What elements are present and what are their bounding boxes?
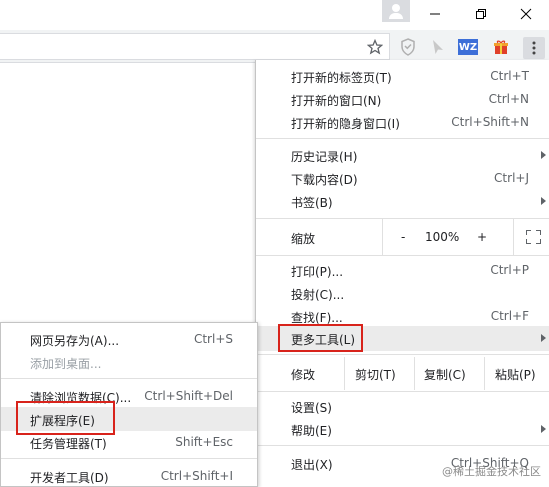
menu-separator <box>256 138 549 139</box>
menu-item-label: 打印(P)... <box>291 265 344 279</box>
submenu-item-label: 任务管理器(T) <box>30 437 107 451</box>
paste-label: 粘贴(P) <box>495 368 536 382</box>
menu-separator <box>1 378 257 379</box>
menu-item-label: 设置(S) <box>291 401 332 415</box>
shield-icon[interactable] <box>398 38 418 56</box>
fullscreen-icon[interactable] <box>513 219 549 255</box>
menu-item-new-incognito[interactable]: 打开新的隐身窗口(I) Ctrl+Shift+N <box>256 111 549 134</box>
menu-item-label: 打开新的窗口(N) <box>291 94 382 108</box>
more-tools-submenu: 网页另存为(A)... Ctrl+S 添加到桌面... 清除浏览数据(C)... C… <box>0 322 258 487</box>
menu-item-print[interactable]: 打印(P)... Ctrl+P <box>256 259 549 282</box>
menu-item-history[interactable]: 历史记录(H) <box>256 144 549 167</box>
address-bar[interactable] <box>0 33 390 60</box>
menu-item-label: 书签(B) <box>291 196 333 210</box>
minimize-icon <box>430 13 440 15</box>
minimize-button[interactable] <box>412 0 458 28</box>
cut-label: 剪切(T) <box>355 368 396 382</box>
wz-icon[interactable]: WZ <box>458 39 478 55</box>
menu-separator <box>1 458 257 459</box>
close-icon <box>520 8 532 20</box>
menu-item-new-tab[interactable]: 打开新的标签页(T) Ctrl+T <box>256 65 549 88</box>
chevron-right-icon <box>541 334 546 342</box>
watermark: @稀土掘金技术社区 <box>442 465 541 478</box>
edit-row: 修改 剪切(T) 复制(C) 粘贴(P) <box>256 357 549 390</box>
menu-item-new-window[interactable]: 打开新的窗口(N) Ctrl+N <box>256 88 549 111</box>
menu-item-label: 历史记录(H) <box>291 150 358 164</box>
zoom-label: 缩放 <box>291 232 316 246</box>
submenu-item-shortcut: Ctrl+Shift+I <box>160 469 233 483</box>
submenu-item-label: 网页另存为(A)... <box>30 334 120 348</box>
zoom-row: 缩放 - 100% + <box>256 219 549 255</box>
chevron-right-icon <box>541 151 546 159</box>
submenu-item-label: 清除浏览数据(C)... <box>30 391 132 405</box>
submenu-item-save-page[interactable]: 网页另存为(A)... Ctrl+S <box>1 328 257 351</box>
copy-button[interactable]: 复制(C) <box>414 357 484 390</box>
menu-item-label: 打开新的隐身窗口(I) <box>291 117 400 131</box>
star-icon[interactable] <box>364 36 386 58</box>
submenu-item-shortcut: Ctrl+S <box>193 332 233 346</box>
edit-label: 修改 <box>291 368 316 382</box>
menu-item-label: 退出(X) <box>291 458 333 472</box>
close-button[interactable] <box>503 0 549 28</box>
submenu-item-label: 添加到桌面... <box>30 357 102 371</box>
menu-separator <box>256 255 549 256</box>
person-icon[interactable] <box>382 0 410 22</box>
chrome-main-menu: 打开新的标签页(T) Ctrl+T 打开新的窗口(N) Ctrl+N 打开新的隐身窗… <box>255 60 549 487</box>
menu-item-more-tools[interactable]: 更多工具(L) <box>256 326 549 351</box>
menu-item-shortcut: Ctrl+P <box>490 263 529 277</box>
menu-item-shortcut: Ctrl+Shift+N <box>451 115 529 129</box>
chevron-right-icon <box>541 197 546 205</box>
menu-item-shortcut: Ctrl+F <box>490 309 529 323</box>
menu-separator <box>256 391 549 392</box>
kebab-icon[interactable] <box>523 37 545 59</box>
menu-item-shortcut: Ctrl+T <box>490 69 529 83</box>
menu-item-settings[interactable]: 设置(S) <box>256 395 549 418</box>
chevron-right-icon <box>541 425 546 433</box>
menu-item-label: 投射(C)... <box>291 288 345 302</box>
menu-item-cast[interactable]: 投射(C)... <box>256 282 549 305</box>
zoom-level: 100% <box>425 230 460 244</box>
submenu-item-add-to-desktop[interactable]: 添加到桌面... <box>1 351 257 374</box>
menu-item-label: 查找(F)... <box>291 311 343 325</box>
restore-icon <box>476 9 486 19</box>
menu-separator <box>256 354 549 355</box>
menu-item-label: 帮助(E) <box>291 424 332 438</box>
menu-item-shortcut: Ctrl+J <box>494 171 529 185</box>
submenu-item-task-manager[interactable]: 任务管理器(T) Shift+Esc <box>1 431 257 454</box>
menu-item-label: 更多工具(L) <box>291 333 356 347</box>
zoom-controls: - 100% + <box>382 219 549 255</box>
menu-item-label: 打开新的标签页(T) <box>291 71 392 85</box>
submenu-item-shortcut: Shift+Esc <box>175 435 233 449</box>
menu-item-help[interactable]: 帮助(E) <box>256 418 549 441</box>
menu-item-downloads[interactable]: 下载内容(D) Ctrl+J <box>256 167 549 190</box>
submenu-item-shortcut: Ctrl+Shift+Del <box>144 389 233 403</box>
title-bar <box>0 0 549 30</box>
submenu-item-label: 开发者工具(D) <box>30 471 109 485</box>
submenu-item-label: 扩展程序(E) <box>30 414 95 428</box>
paste-button[interactable]: 粘贴(P) <box>484 357 549 390</box>
menu-item-find[interactable]: 查找(F)... Ctrl+F <box>256 305 549 328</box>
zoom-out-button[interactable]: - <box>401 230 405 244</box>
submenu-item-dev-tools[interactable]: 开发者工具(D) Ctrl+Shift+I <box>1 465 257 487</box>
menu-item-shortcut: Ctrl+N <box>488 92 529 106</box>
menu-separator <box>256 445 549 446</box>
copy-label: 复制(C) <box>424 368 466 382</box>
restore-button[interactable] <box>458 0 504 28</box>
browser-toolbar: WZ <box>0 30 549 63</box>
submenu-item-extensions[interactable]: 扩展程序(E) <box>1 407 257 431</box>
menu-item-bookmarks[interactable]: 书签(B) <box>256 190 549 213</box>
cut-button[interactable]: 剪切(T) <box>344 357 414 390</box>
arrow-icon[interactable] <box>428 38 448 56</box>
zoom-in-button[interactable]: + <box>477 230 487 244</box>
submenu-item-clear-data[interactable]: 清除浏览数据(C)... Ctrl+Shift+Del <box>1 385 257 408</box>
menu-item-label: 下载内容(D) <box>291 173 358 187</box>
gift-icon[interactable] <box>491 38 511 56</box>
